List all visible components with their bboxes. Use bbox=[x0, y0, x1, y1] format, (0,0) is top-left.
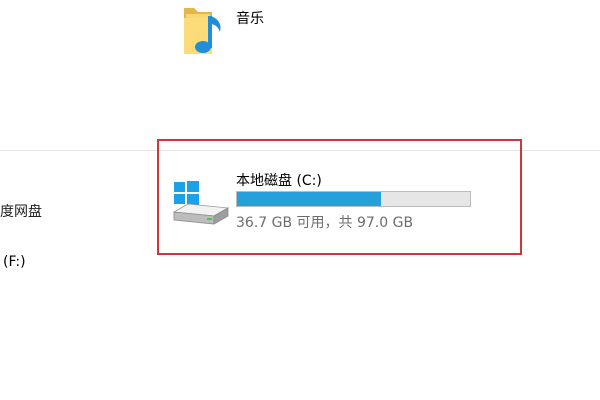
drive-usage-bar bbox=[236, 191, 471, 207]
drive-usage-fill bbox=[237, 192, 382, 206]
drive-space-text: 36.7 GB 可用，共 97.0 GB bbox=[236, 215, 414, 231]
music-folder-label: 音乐 bbox=[236, 11, 264, 27]
sidebar-item-baidu-netdisk[interactable]: 度网盘 bbox=[0, 201, 42, 221]
local-disk-c-item[interactable]: 本地磁盘 (C:) 36.7 GB 可用，共 97.0 GB bbox=[170, 168, 480, 234]
windows-drive-icon bbox=[172, 181, 230, 225]
drive-title: 本地磁盘 (C:) bbox=[236, 173, 322, 189]
file-explorer-view: 音乐 度网盘 (F:) 本地磁盘 (C:) 36.7 GB 可用，共 97.0 … bbox=[0, 0, 600, 400]
sidebar-item-drive-f[interactable]: (F:) bbox=[3, 254, 26, 270]
music-folder-item[interactable]: 音乐 bbox=[170, 0, 310, 70]
music-folder-icon bbox=[184, 8, 221, 54]
